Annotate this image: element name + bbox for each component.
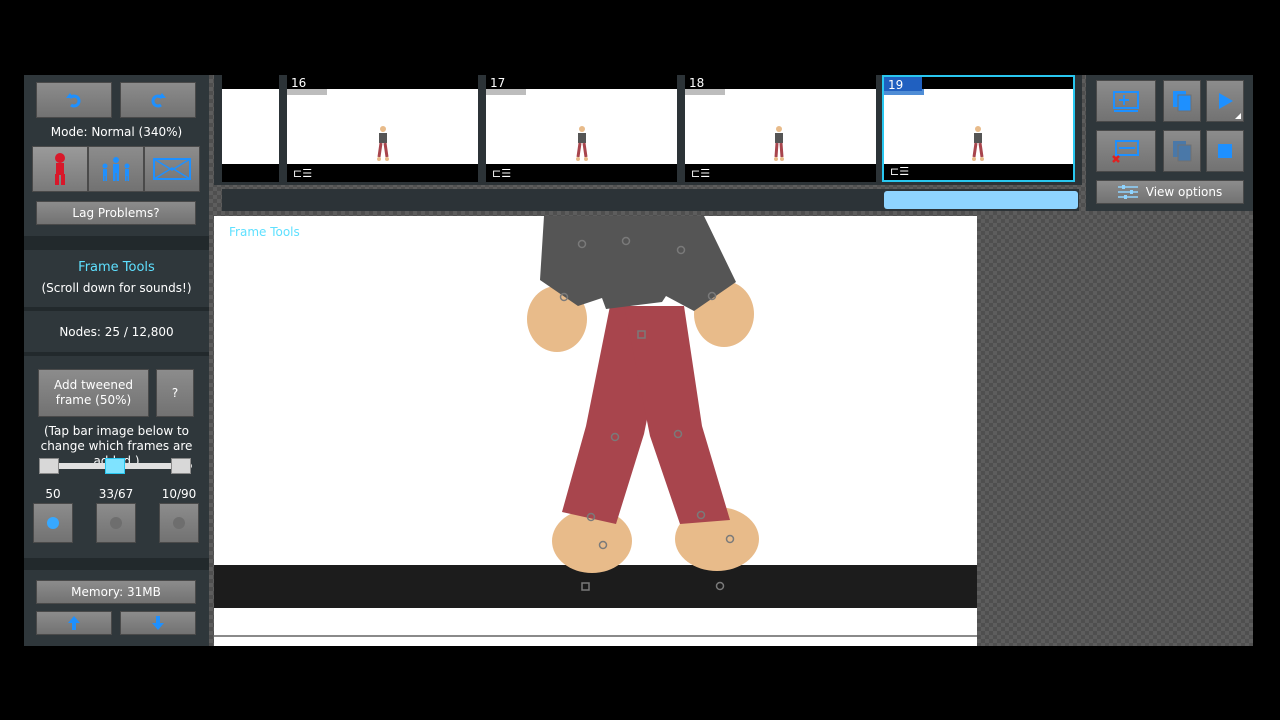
scroll-down-button[interactable] [120, 611, 196, 635]
lag-problems-button[interactable]: Lag Problems? [36, 201, 196, 225]
frame-options-icon[interactable]: ⊏☰ [293, 167, 312, 180]
timeline-scrollbar-thumb[interactable] [884, 191, 1078, 209]
onion-label-3: 10/90 [161, 487, 197, 501]
sliders-icon [1117, 185, 1138, 199]
arrow-up-icon [68, 616, 80, 630]
animation-canvas[interactable]: Frame Tools [214, 216, 977, 646]
frame-options-icon[interactable]: ⊏☰ [890, 165, 909, 178]
delete-frame-button[interactable] [1096, 130, 1156, 172]
mini-stickman [972, 126, 984, 161]
memory-button[interactable]: Memory: 31MB [36, 580, 196, 604]
mini-stickman [576, 126, 588, 161]
add-tweened-frame-label: Add tweened frame (50%) [54, 378, 133, 407]
undo-button[interactable] [36, 82, 112, 118]
mini-stickman [377, 126, 389, 161]
play-button[interactable] [1206, 80, 1244, 122]
stop-icon [1218, 144, 1232, 158]
frame-options-icon[interactable]: ⊏☰ [691, 167, 710, 180]
frame-number: 18 [689, 76, 705, 90]
redo-icon [151, 93, 166, 108]
sidebar-divider [24, 236, 209, 250]
mode-single-figure-button[interactable] [32, 146, 88, 192]
frame-tools-subtitle: (Scroll down for sounds!) [41, 281, 192, 295]
mode-label: Mode: Normal (340%) [50, 125, 183, 139]
frame-tools-title: Frame Tools [78, 260, 155, 275]
arrow-down-icon [152, 616, 164, 630]
view-options-label: View options [1145, 185, 1223, 199]
stickman-red-icon [55, 153, 65, 185]
sidebar-divider [24, 307, 209, 311]
timeline-frame-partial[interactable] [222, 75, 279, 182]
undo-icon [66, 93, 81, 108]
dropdown-corner-icon [1235, 113, 1241, 119]
slider-right-handle[interactable] [171, 458, 191, 474]
frame-options-icon[interactable]: ⊏☰ [492, 167, 511, 180]
add-frame-button[interactable] [1096, 80, 1156, 122]
onion-option-3-button[interactable] [159, 503, 199, 543]
onion-label-1: 50 [45, 487, 61, 501]
copy-icon [1173, 91, 1192, 112]
sidebar-divider [24, 558, 209, 570]
frame-number: 17 [490, 76, 506, 90]
stop-button[interactable] [1206, 130, 1244, 172]
stick-figure[interactable] [214, 216, 977, 646]
radio-empty-icon [173, 517, 185, 529]
sidebar-divider [24, 352, 209, 356]
mode-background-button[interactable] [144, 146, 200, 192]
timeline-frame-16[interactable]: 16 ⊏☰ [287, 75, 478, 182]
redo-button[interactable] [120, 82, 196, 118]
frame-number: 16 [291, 76, 307, 90]
shirt [540, 216, 736, 311]
scroll-up-button[interactable] [36, 611, 112, 635]
onion-option-1-button[interactable] [33, 503, 73, 543]
copy-frame-button[interactable] [1163, 80, 1201, 122]
paste-icon [1173, 141, 1192, 162]
nodes-count: Nodes: 25 / 12,800 [59, 325, 174, 339]
frame-number: 19 [888, 78, 904, 92]
tween-help-button[interactable]: ? [156, 369, 194, 417]
slider-middle-handle[interactable] [105, 458, 125, 474]
add-tweened-frame-button[interactable]: Add tweened frame (50%) [38, 369, 149, 417]
play-icon [1219, 93, 1233, 109]
mode-multi-figure-button[interactable] [88, 146, 144, 192]
tween-ratio-slider[interactable] [36, 458, 196, 474]
paste-frame-button[interactable] [1163, 130, 1201, 172]
timeline-frame-17[interactable]: 17 ⊏☰ [486, 75, 677, 182]
view-options-button[interactable]: View options [1096, 180, 1244, 204]
onion-option-2-button[interactable] [96, 503, 136, 543]
radio-selected-icon [47, 517, 59, 529]
radio-empty-icon [110, 517, 122, 529]
timeline-frame-19[interactable]: 19 ⊏☰ [882, 75, 1075, 182]
onion-label-2: 33/67 [98, 487, 134, 501]
delete-frame-icon [1112, 140, 1139, 163]
mini-stickman [774, 126, 784, 161]
frame-canvas [222, 89, 279, 164]
figures-group-icon [102, 157, 130, 181]
slider-left-handle[interactable] [39, 458, 59, 474]
add-frame-icon [1113, 91, 1139, 112]
ground-node[interactable] [581, 582, 590, 591]
timeline-frame-18[interactable]: 18 ⊏☰ [685, 75, 876, 182]
node[interactable] [715, 581, 725, 591]
background-image-icon [153, 158, 191, 180]
